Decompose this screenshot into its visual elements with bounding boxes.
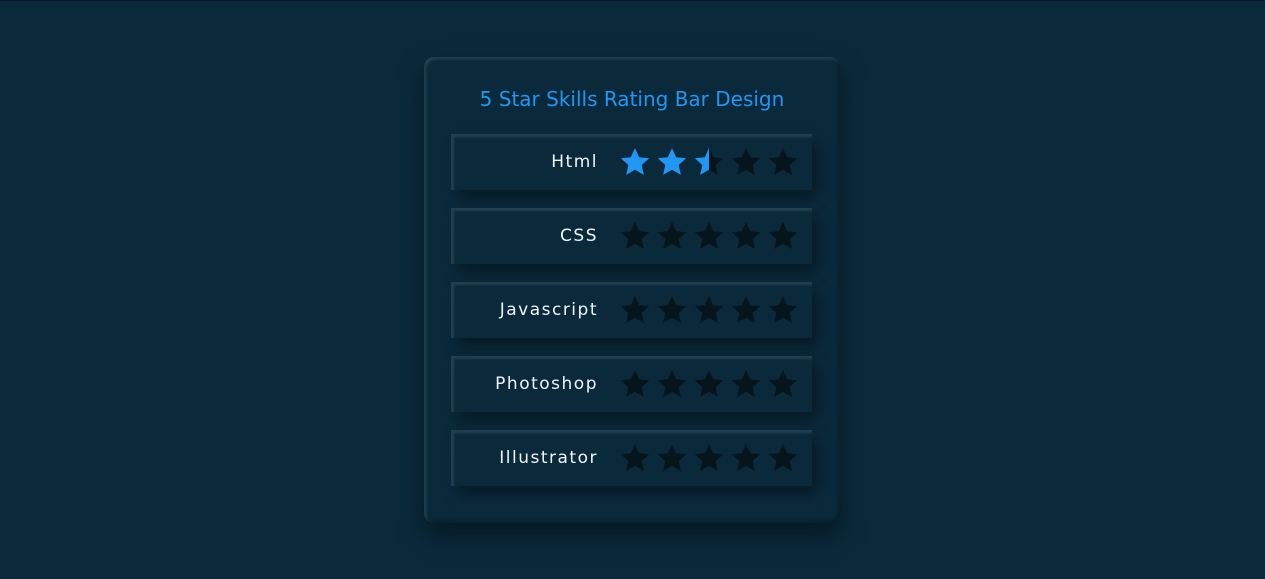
skill-label: CSS — [560, 226, 598, 246]
star-icon[interactable] — [730, 368, 762, 400]
star-icon[interactable] — [767, 368, 799, 400]
rating-card: 5 Star Skills Rating Bar Design Html CSS J… — [424, 57, 840, 523]
star-icon[interactable] — [619, 442, 651, 474]
star-icon[interactable] — [693, 220, 725, 252]
star-icon[interactable] — [730, 146, 762, 178]
star-icon[interactable] — [730, 294, 762, 326]
star-icon[interactable] — [767, 442, 799, 474]
star-rating[interactable] — [619, 368, 799, 400]
star-icon[interactable] — [693, 442, 725, 474]
skill-label: Illustrator — [499, 448, 598, 468]
star-icon[interactable] — [656, 146, 688, 178]
star-icon[interactable] — [656, 294, 688, 326]
star-icon[interactable] — [619, 146, 651, 178]
star-icon[interactable] — [730, 442, 762, 474]
skill-label: Javascript — [499, 300, 598, 320]
star-icon[interactable] — [693, 146, 725, 178]
skill-label: Html — [551, 152, 598, 172]
star-icon[interactable] — [693, 368, 725, 400]
star-icon[interactable] — [767, 220, 799, 252]
star-icon[interactable] — [730, 220, 762, 252]
star-rating[interactable] — [619, 294, 799, 326]
star-rating[interactable] — [619, 220, 799, 252]
star-icon[interactable] — [619, 368, 651, 400]
star-rating[interactable] — [619, 146, 799, 178]
star-icon[interactable] — [619, 294, 651, 326]
skill-row-javascript: Javascript — [451, 282, 812, 338]
skill-row-photoshop: Photoshop — [451, 356, 812, 412]
star-icon[interactable] — [656, 368, 688, 400]
star-icon[interactable] — [767, 294, 799, 326]
card-title: 5 Star Skills Rating Bar Design — [479, 87, 785, 111]
star-icon[interactable] — [656, 442, 688, 474]
skill-row-illustrator: Illustrator — [451, 430, 812, 486]
star-icon[interactable] — [767, 146, 799, 178]
skill-row-css: CSS — [451, 208, 812, 264]
star-icon[interactable] — [656, 220, 688, 252]
skill-label: Photoshop — [495, 374, 598, 394]
star-icon[interactable] — [619, 220, 651, 252]
skill-row-html: Html — [451, 134, 812, 190]
star-rating[interactable] — [619, 442, 799, 474]
star-icon[interactable] — [693, 294, 725, 326]
